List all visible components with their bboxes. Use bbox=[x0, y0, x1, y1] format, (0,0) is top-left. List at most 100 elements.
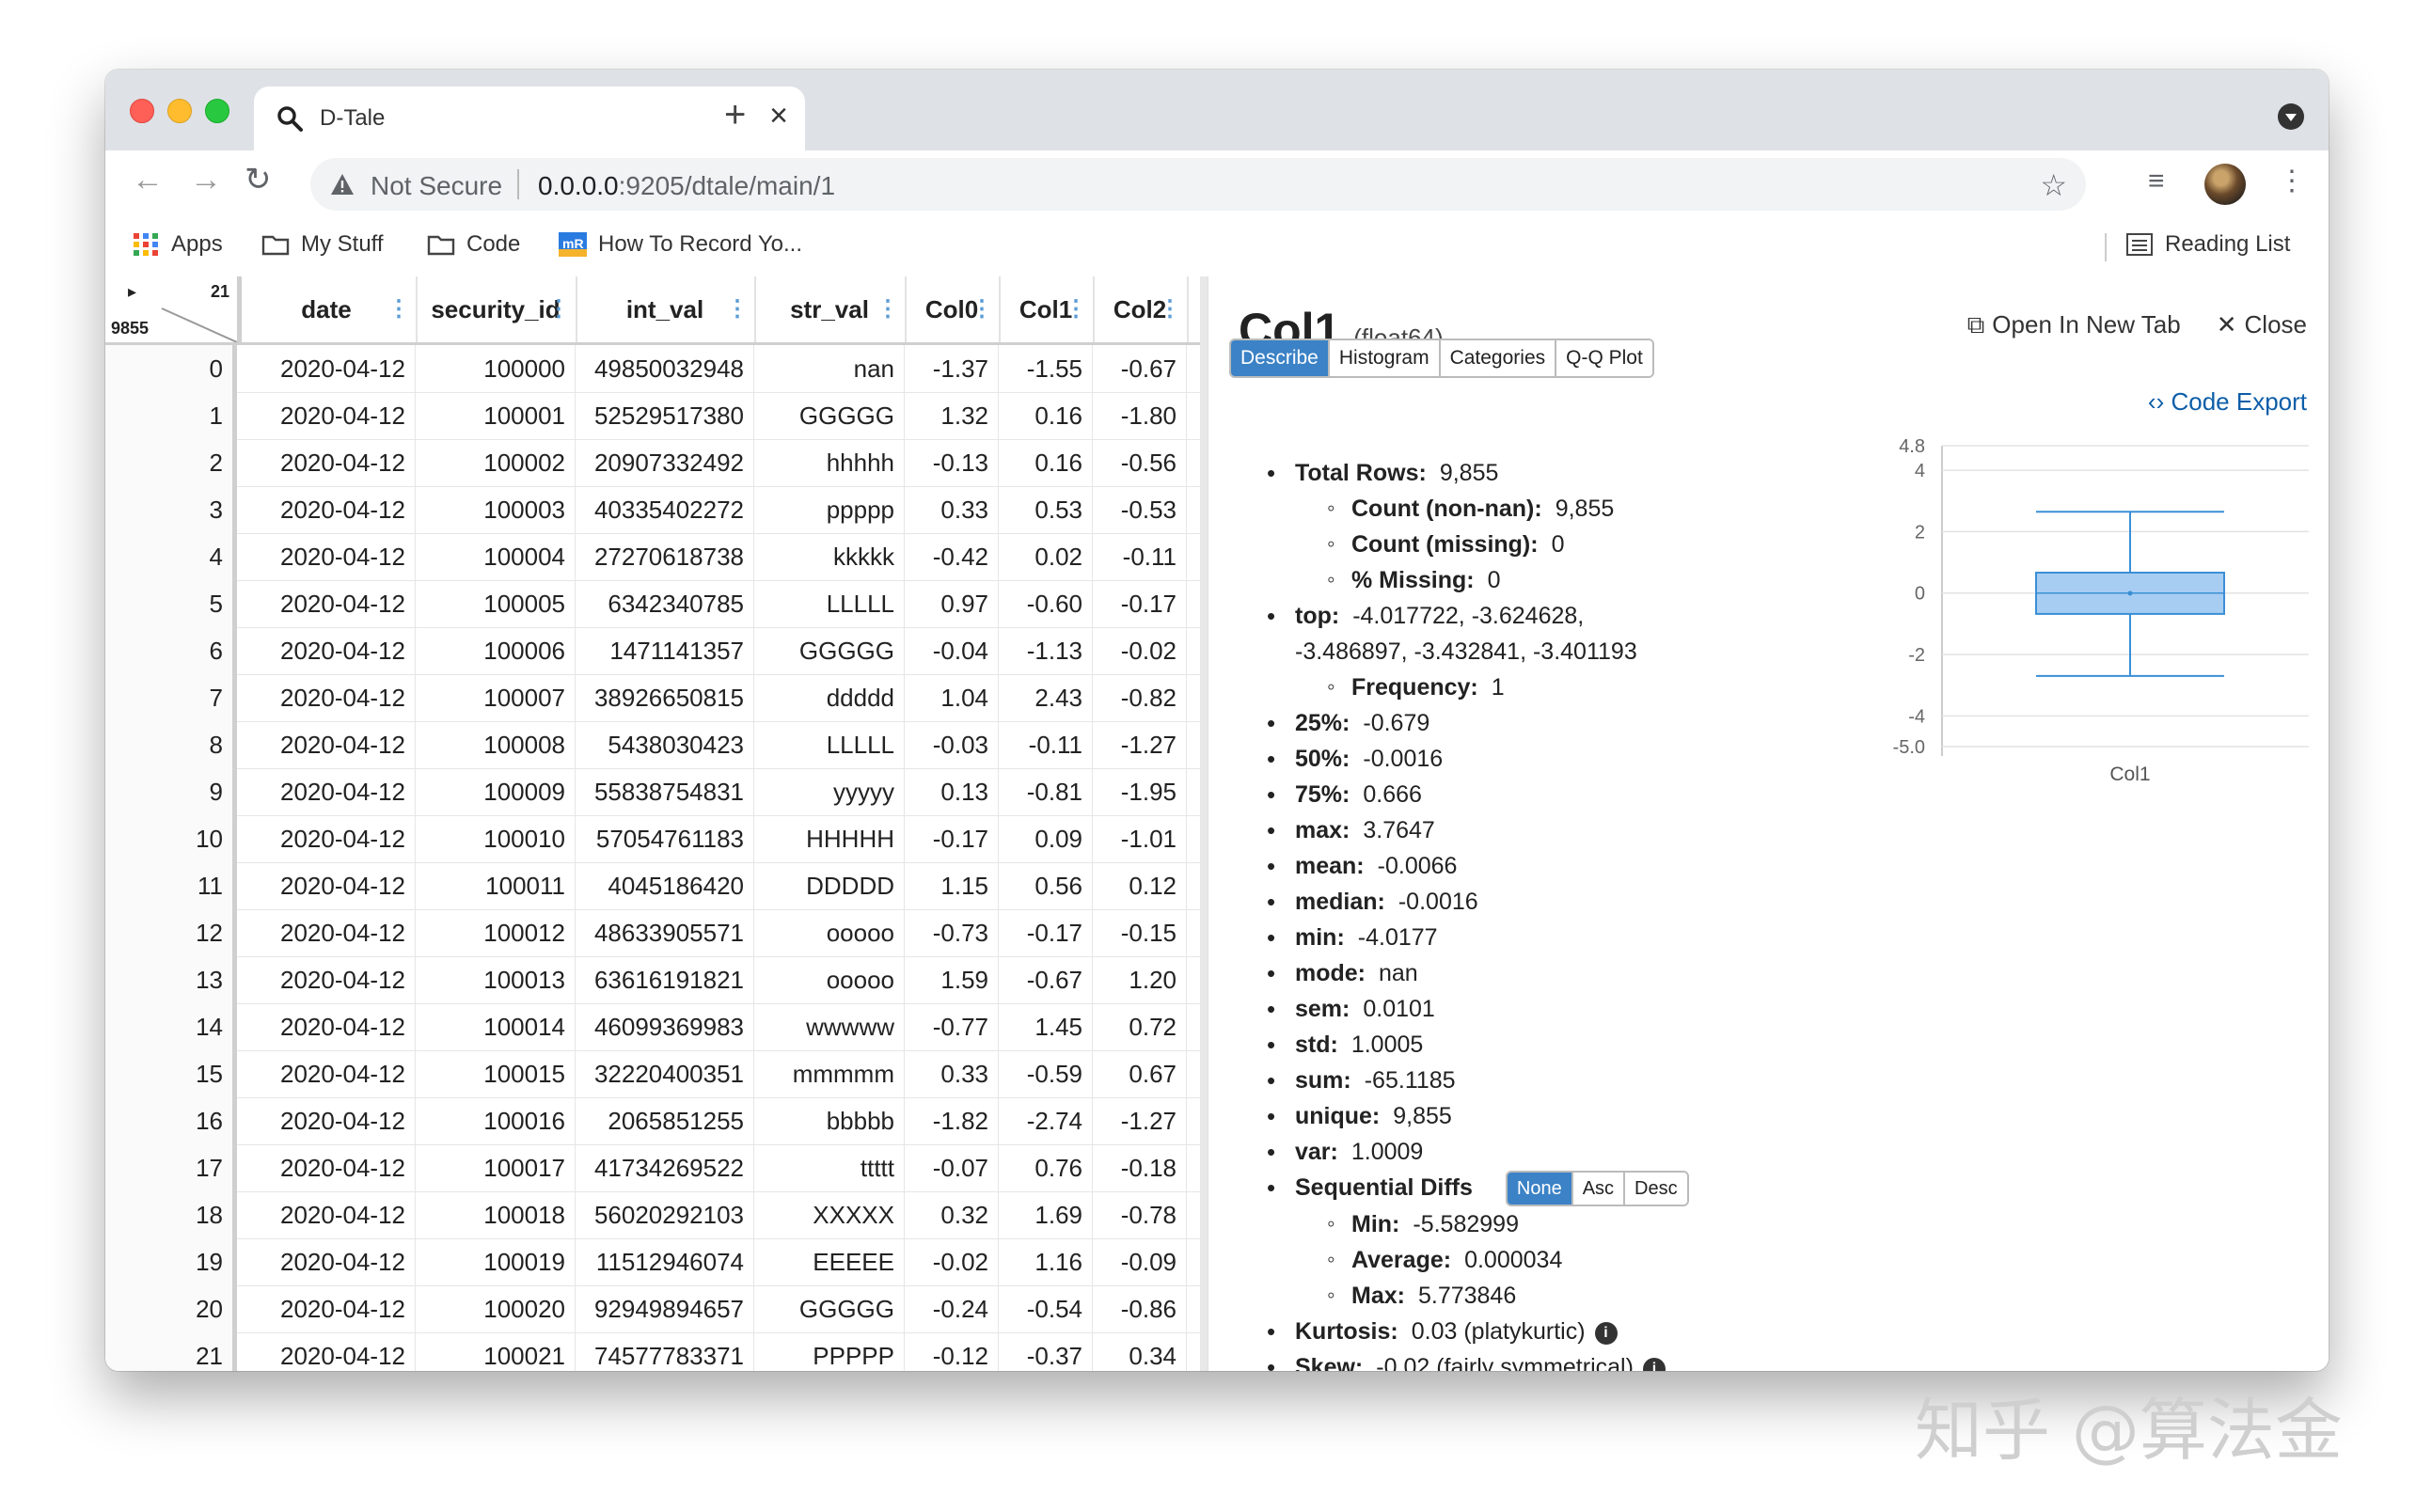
table-row[interactable]: 15 2020-04-12 100015 32220400351 mmmmm 0.33 -0… bbox=[105, 1050, 1208, 1098]
table-cell[interactable]: 100015 bbox=[416, 1050, 576, 1097]
tab-close-icon[interactable]: × bbox=[769, 100, 788, 132]
tab-describe[interactable]: Describe bbox=[1231, 340, 1330, 376]
tab-categories[interactable]: Categories bbox=[1440, 340, 1557, 376]
table-cell[interactable]: -0.37 bbox=[999, 1332, 1093, 1371]
column-header-date[interactable]: date ⋮ bbox=[237, 276, 418, 342]
avatar[interactable] bbox=[2204, 164, 2246, 205]
bookmark-how-to-record[interactable]: mR How To Record Yo... bbox=[559, 231, 802, 258]
table-cell[interactable]: 2020-04-12 bbox=[237, 439, 416, 486]
table-cell[interactable]: 2020-04-12 bbox=[237, 1003, 416, 1050]
table-cell[interactable]: -1.95 bbox=[1093, 768, 1187, 815]
table-cell[interactable]: 2.43 bbox=[999, 674, 1093, 721]
table-cell[interactable]: 100021 bbox=[416, 1332, 576, 1371]
row-index-cell[interactable]: 7 bbox=[105, 674, 237, 721]
table-cell[interactable]: -0.04 bbox=[905, 627, 999, 674]
table-cell[interactable]: -0.03 bbox=[905, 721, 999, 768]
table-cell[interactable]: 100014 bbox=[416, 1003, 576, 1050]
table-cell[interactable]: -0.81 bbox=[999, 768, 1093, 815]
table-row[interactable]: 10 2020-04-12 100010 57054761183 HHHHH -0.17 0… bbox=[105, 815, 1208, 863]
table-cell[interactable]: 1.69 bbox=[999, 1191, 1093, 1238]
table-cell[interactable]: 100011 bbox=[416, 862, 576, 909]
security-label[interactable]: Not Secure bbox=[371, 171, 502, 201]
table-row[interactable]: 19 2020-04-12 100019 11512946074 EEEEE -0.02 1… bbox=[105, 1238, 1208, 1286]
row-index-cell[interactable]: 3 bbox=[105, 486, 237, 533]
table-cell[interactable]: 92949894657 bbox=[576, 1285, 754, 1332]
table-cell[interactable]: -0.67 bbox=[999, 956, 1093, 1003]
table-cell[interactable]: 1.59 bbox=[905, 956, 999, 1003]
row-index-cell[interactable]: 18 bbox=[105, 1191, 237, 1238]
table-cell[interactable]: 100017 bbox=[416, 1144, 576, 1191]
table-cell[interactable]: ddddd bbox=[754, 674, 905, 721]
table-cell[interactable]: 2020-04-12 bbox=[237, 956, 416, 1003]
table-cell[interactable]: -0.11 bbox=[999, 721, 1093, 768]
table-cell[interactable]: 100004 bbox=[416, 533, 576, 580]
table-row[interactable]: 16 2020-04-12 100016 2065851255 bbbbb -1.82 -2… bbox=[105, 1097, 1208, 1145]
table-row[interactable]: 1 2020-04-12 100001 52529517380 GGGGG 1.32 0.1… bbox=[105, 392, 1208, 440]
row-index-cell[interactable]: 8 bbox=[105, 721, 237, 768]
table-cell[interactable]: 100003 bbox=[416, 486, 576, 533]
table-row[interactable]: 20 2020-04-12 100020 92949894657 GGGGG -0.24-… bbox=[105, 1285, 1208, 1333]
row-index-cell[interactable]: 2 bbox=[105, 439, 237, 486]
table-cell[interactable]: 74577783371 bbox=[576, 1332, 754, 1371]
table-row[interactable]: 18 2020-04-12 100018 56020292103 XXXXX 0.32 1.… bbox=[105, 1191, 1208, 1239]
row-index-cell[interactable]: 13 bbox=[105, 956, 237, 1003]
table-row[interactable]: 14 2020-04-12 100014 46099369983 wwwww -0.77 1… bbox=[105, 1003, 1208, 1051]
table-cell[interactable]: -0.15 bbox=[1093, 909, 1187, 956]
table-cell[interactable]: mmmmm bbox=[754, 1050, 905, 1097]
row-index-cell[interactable]: 15 bbox=[105, 1050, 237, 1097]
back-arrow-icon[interactable]: ← bbox=[132, 164, 164, 196]
table-cell[interactable]: LLLLL bbox=[754, 580, 905, 627]
table-cell[interactable]: 0.76 bbox=[999, 1144, 1093, 1191]
kebab-menu-icon[interactable]: ⋮ bbox=[2278, 167, 2306, 196]
table-cell[interactable]: 100018 bbox=[416, 1191, 576, 1238]
minimize-window-button[interactable] bbox=[167, 99, 192, 123]
table-cell[interactable]: 0.72 bbox=[1093, 1003, 1187, 1050]
table-cell[interactable]: -1.27 bbox=[1093, 1097, 1187, 1144]
table-cell[interactable]: 38926650815 bbox=[576, 674, 754, 721]
table-cell[interactable]: -0.17 bbox=[999, 909, 1093, 956]
table-cell[interactable]: 100000 bbox=[416, 345, 576, 392]
table-cell[interactable]: -0.53 bbox=[1093, 486, 1187, 533]
table-cell[interactable]: 100012 bbox=[416, 909, 576, 956]
table-cell[interactable]: 4045186420 bbox=[576, 862, 754, 909]
table-cell[interactable]: 100006 bbox=[416, 627, 576, 674]
table-cell[interactable]: 2020-04-12 bbox=[237, 862, 416, 909]
table-cell[interactable]: 2020-04-12 bbox=[237, 627, 416, 674]
table-cell[interactable]: 56020292103 bbox=[576, 1191, 754, 1238]
table-cell[interactable]: 1.32 bbox=[905, 392, 999, 439]
table-cell[interactable]: 52529517380 bbox=[576, 392, 754, 439]
table-cell[interactable]: -0.12 bbox=[905, 1332, 999, 1371]
row-index-cell[interactable]: 16 bbox=[105, 1097, 237, 1144]
table-cell[interactable]: -0.11 bbox=[1093, 533, 1187, 580]
table-cell[interactable]: 32220400351 bbox=[576, 1050, 754, 1097]
table-cell[interactable]: 0.33 bbox=[905, 486, 999, 533]
table-cell[interactable]: 46099369983 bbox=[576, 1003, 754, 1050]
table-cell[interactable]: 100020 bbox=[416, 1285, 576, 1332]
table-cell[interactable]: 1.16 bbox=[999, 1238, 1093, 1285]
table-cell[interactable]: 100013 bbox=[416, 956, 576, 1003]
table-cell[interactable]: -0.18 bbox=[1093, 1144, 1187, 1191]
table-cell[interactable]: wwwww bbox=[754, 1003, 905, 1050]
table-cell[interactable]: -0.42 bbox=[905, 533, 999, 580]
reading-list-button[interactable]: Reading List bbox=[2125, 231, 2290, 258]
table-cell[interactable]: 2020-04-12 bbox=[237, 580, 416, 627]
close-panel-button[interactable]: ✕ Close bbox=[2217, 310, 2307, 340]
reload-icon[interactable]: ↻ bbox=[245, 164, 272, 196]
table-cell[interactable]: 0.16 bbox=[999, 439, 1093, 486]
row-index-cell[interactable]: 5 bbox=[105, 580, 237, 627]
table-cell[interactable]: 2020-04-12 bbox=[237, 345, 416, 392]
column-menu-icon[interactable]: ⋮ bbox=[1065, 276, 1087, 342]
table-cell[interactable]: 0.16 bbox=[999, 392, 1093, 439]
column-menu-icon[interactable]: ⋮ bbox=[387, 276, 410, 342]
row-index-cell[interactable]: 14 bbox=[105, 1003, 237, 1050]
table-cell[interactable]: -0.56 bbox=[1093, 439, 1187, 486]
table-row[interactable]: 12 2020-04-12 100012 48633905571 ooooo -0.73-… bbox=[105, 909, 1208, 957]
row-index-cell[interactable]: 19 bbox=[105, 1238, 237, 1285]
table-cell[interactable]: LLLLL bbox=[754, 721, 905, 768]
table-row[interactable]: 8 2020-04-12 100008 5438030423 LLLLL -0.03 -0.… bbox=[105, 721, 1208, 769]
column-header-col0[interactable]: Col0 ⋮ bbox=[905, 276, 1001, 342]
table-cell[interactable]: ppppp bbox=[754, 486, 905, 533]
row-index-cell[interactable]: 4 bbox=[105, 533, 237, 580]
table-row[interactable]: 7 2020-04-12 100007 38926650815 ddddd 1.04 2.4… bbox=[105, 674, 1208, 722]
table-cell[interactable]: 100009 bbox=[416, 768, 576, 815]
